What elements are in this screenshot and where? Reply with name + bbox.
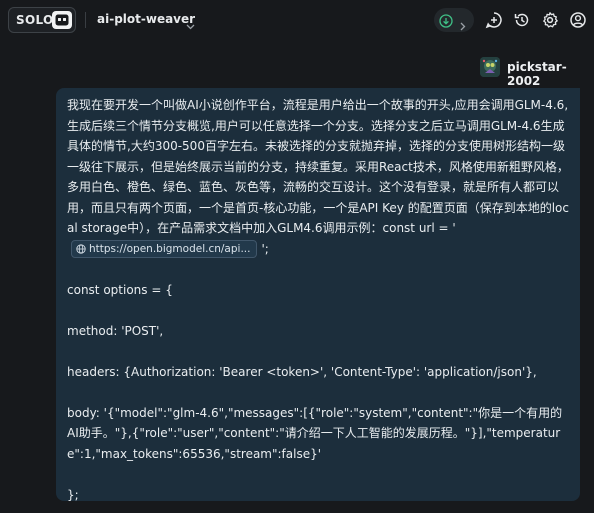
- project-name[interactable]: ai-plot-weaver: [97, 12, 195, 26]
- code-line-method: method: 'POST',: [67, 323, 164, 338]
- user-message-bubble: 我现在要开发一个叫做AI小说创作平台，流程是用户给出一个故事的开头,应用会调用G…: [56, 88, 580, 502]
- code-line-headers: headers: {Authorization: 'Bearer <token>…: [67, 364, 537, 379]
- solo-mode-toggle[interactable]: SOLO: [8, 7, 76, 33]
- history-icon[interactable]: [513, 11, 531, 33]
- url-link-text: https://open.bigmodel.cn/api...: [89, 242, 251, 255]
- solo-robot-icon: [52, 11, 72, 29]
- code-line-body: body: '{"model":"glm-4.6","messages":[{"…: [67, 405, 563, 461]
- download-circle-icon: [439, 13, 453, 32]
- new-chat-icon[interactable]: [485, 11, 503, 33]
- sync-status-button[interactable]: [434, 8, 474, 32]
- message-text: 我现在要开发一个叫做AI小说创作平台，流程是用户给出一个故事的开头,应用会调用G…: [67, 98, 569, 235]
- code-line-close: };: [67, 487, 79, 502]
- solo-mode-label: SOLO: [16, 13, 54, 27]
- chevron-down-icon[interactable]: [186, 15, 195, 34]
- top-bar: SOLO ai-plot-weaver: [0, 0, 594, 40]
- account-icon[interactable]: [569, 11, 587, 33]
- url-link-chip[interactable]: https://open.bigmodel.cn/api...: [71, 239, 258, 258]
- user-avatar: [480, 57, 500, 77]
- message-paragraph: 我现在要开发一个叫做AI小说创作平台，流程是用户给出一个故事的开头,应用会调用G…: [67, 95, 570, 259]
- code-line-options: const options = {: [67, 282, 173, 297]
- message-text-after-link: ';: [261, 241, 269, 256]
- user-name: pickstar-2002: [507, 60, 567, 88]
- globe-icon: [76, 243, 86, 254]
- gear-icon[interactable]: [541, 11, 559, 33]
- chevron-right-icon: [460, 16, 466, 35]
- header-divider: [85, 12, 86, 28]
